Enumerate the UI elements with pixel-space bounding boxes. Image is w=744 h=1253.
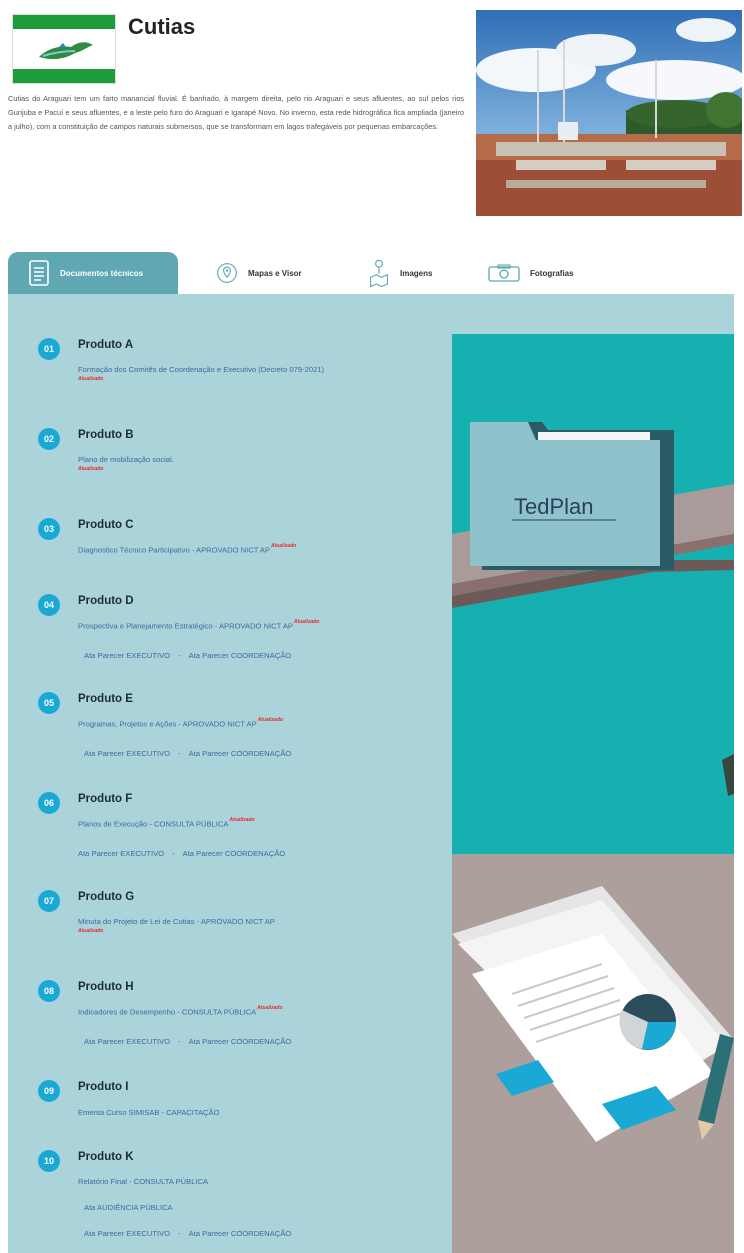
flag-middle (13, 29, 115, 69)
ata-links-row: Ata Parecer EXECUTIVO - Ata Parecer COORDE… (84, 1037, 291, 1046)
product-description[interactable]: Formação dos Comitês de Coordenação e Ex… (78, 365, 324, 374)
product-name: Produto B (78, 429, 134, 441)
document-icon (28, 260, 50, 286)
product-name: Produto E (78, 693, 133, 705)
ata-parecer-coordenacao-link[interactable]: Ata Parecer COORDENAÇÃO (189, 749, 292, 758)
ata-links-row: Ata Parecer EXECUTIVO - Ata Parecer COORDE… (78, 849, 285, 858)
product-number-badge: 08 (38, 980, 60, 1002)
updated-badge: Atualizado (293, 619, 320, 625)
product-description-link[interactable]: Plano de mobilização social. Atualizado (78, 455, 174, 472)
product-number-badge: 05 (38, 692, 60, 714)
city-photo (476, 10, 742, 216)
updated-badge: Atualizado (78, 928, 104, 934)
page-title: Cutias (128, 14, 196, 39)
product-name: Produto F (78, 793, 133, 805)
flag-emblem-icon (39, 42, 93, 60)
tedplan-illustration: TedPlan (452, 334, 734, 1253)
product-description[interactable]: Planos de Execução - CONSULTA PÚBLICA (78, 820, 228, 829)
product-number-badge: 10 (38, 1150, 60, 1172)
product-number-badge: 03 (38, 518, 60, 540)
product-number-badge: 01 (38, 338, 60, 360)
product-description-link[interactable]: Ementa Curso SIMISAB - CAPACITAÇÃO (78, 1108, 220, 1117)
product-description[interactable]: Indicadores de Desempenho - CONSULTA PÚB… (78, 1008, 256, 1017)
updated-badge: Atualizado (271, 543, 297, 549)
product-description-link[interactable]: Planos de Execução - CONSULTA PÚBLICAAtu… (78, 817, 255, 829)
product-description[interactable]: Ementa Curso SIMISAB - CAPACITAÇÃO (78, 1108, 220, 1117)
separator: - (178, 651, 181, 660)
tab-label: Imagens (400, 268, 433, 278)
ata-audiencia-row: Ata AUDIÊNCIA PÚBLICA (84, 1203, 173, 1212)
tedplan-logo-text: TedPlan (514, 494, 594, 519)
tab-label: Documentos técnicos (60, 268, 144, 278)
product-description-link[interactable]: Relatório Final - CONSULTA PÚBLICA (78, 1177, 208, 1186)
product-description-link[interactable]: Indicadores de Desempenho - CONSULTA PÚB… (78, 1005, 283, 1017)
city-description: Cutias do Araguari tem um farto manancia… (8, 94, 464, 132)
separator: - (178, 749, 181, 758)
ata-parecer-coordenacao-link[interactable]: Ata Parecer COORDENAÇÃO (189, 651, 292, 660)
product-name: Produto C (78, 519, 134, 531)
tab-bar: Documentos técnicos Mapas e Visor Imagen… (8, 252, 734, 294)
product-number-badge: 06 (38, 792, 60, 814)
product-description-link[interactable]: Diagnostico Técnico Participativo - APRO… (78, 543, 297, 555)
product-name: Produto G (78, 891, 135, 903)
updated-badge: Atualizado (78, 376, 104, 382)
product-number-badge: 07 (38, 890, 60, 912)
product-number-badge: 09 (38, 1080, 60, 1102)
ata-links-row: Ata Parecer EXECUTIVO - Ata Parecer COORDE… (84, 749, 291, 758)
product-name: Produto H (78, 981, 134, 993)
ata-parecer-coordenacao-link[interactable]: Ata Parecer COORDENAÇÃO (189, 1037, 292, 1046)
ata-links-row: Ata Parecer EXECUTIVO - Ata Parecer COORDE… (84, 1229, 291, 1238)
ata-links-row: Ata Parecer EXECUTIVO - Ata Parecer COORDE… (84, 651, 291, 660)
documents-panel: TedPlan 01 Produto A Formação dos Comitê… (8, 294, 734, 1253)
map-person-icon (368, 259, 390, 288)
tab-label: Mapas e Visor (248, 268, 302, 278)
product-name: Produto A (78, 339, 134, 351)
map-pin-icon (216, 262, 238, 284)
tab-documentos-tecnicos[interactable]: Documentos técnicos (8, 252, 178, 294)
product-description[interactable]: Programas, Projetos e Ações - APROVADO N… (78, 720, 257, 729)
ata-audiencia-publica-link[interactable]: Ata AUDIÊNCIA PÚBLICA (84, 1203, 173, 1212)
updated-badge: Atualizado (229, 817, 255, 823)
ata-parecer-executivo-link[interactable]: Ata Parecer EXECUTIVO (84, 1229, 170, 1238)
separator: - (172, 849, 175, 858)
tab-label: Fotografias (530, 268, 574, 278)
cutias-flag (12, 14, 116, 84)
updated-badge: Atualizado (78, 466, 104, 472)
product-number-badge: 04 (38, 594, 60, 616)
ata-parecer-executivo-link[interactable]: Ata Parecer EXECUTIVO (84, 1037, 170, 1046)
ata-parecer-executivo-link[interactable]: Ata Parecer EXECUTIVO (84, 749, 170, 758)
product-description[interactable]: Minuta do Projeto de Lei de Cutias - APR… (78, 917, 275, 926)
tab-imagens[interactable]: Imagens (368, 252, 432, 294)
product-description-link[interactable]: Formação dos Comitês de Coordenação e Ex… (78, 365, 324, 382)
updated-badge: Atualizado (257, 1005, 283, 1011)
product-description[interactable]: Prospectiva e Planejamento Estratégico -… (78, 622, 293, 631)
product-description-link[interactable]: Programas, Projetos e Ações - APROVADO N… (78, 717, 283, 729)
product-description-link[interactable]: Minuta do Projeto de Lei de Cutias - APR… (78, 917, 275, 934)
flag-bottom-band (13, 69, 115, 83)
product-name: Produto K (78, 1151, 134, 1163)
product-description-link[interactable]: Prospectiva e Planejamento Estratégico -… (78, 619, 320, 631)
tab-fotografias[interactable]: Fotografias (488, 252, 574, 294)
ata-parecer-coordenacao-link[interactable]: Ata Parecer COORDENAÇÃO (183, 849, 286, 858)
camera-icon (488, 262, 520, 284)
product-description[interactable]: Plano de mobilização social. (78, 455, 174, 464)
product-description[interactable]: Relatório Final - CONSULTA PÚBLICA (78, 1177, 208, 1186)
ata-parecer-executivo-link[interactable]: Ata Parecer EXECUTIVO (78, 849, 164, 858)
ata-parecer-executivo-link[interactable]: Ata Parecer EXECUTIVO (84, 651, 170, 660)
ata-parecer-coordenacao-link[interactable]: Ata Parecer COORDENAÇÃO (189, 1229, 292, 1238)
product-number-badge: 02 (38, 428, 60, 450)
product-description[interactable]: Diagnostico Técnico Participativo - APRO… (78, 546, 270, 555)
product-name: Produto D (78, 595, 134, 607)
tab-mapas-e-visor[interactable]: Mapas e Visor (216, 252, 302, 294)
flag-top-band (13, 15, 115, 29)
separator: - (178, 1037, 181, 1046)
separator: - (178, 1229, 181, 1238)
product-name: Produto I (78, 1081, 129, 1093)
updated-badge: Atualizado (257, 717, 283, 723)
